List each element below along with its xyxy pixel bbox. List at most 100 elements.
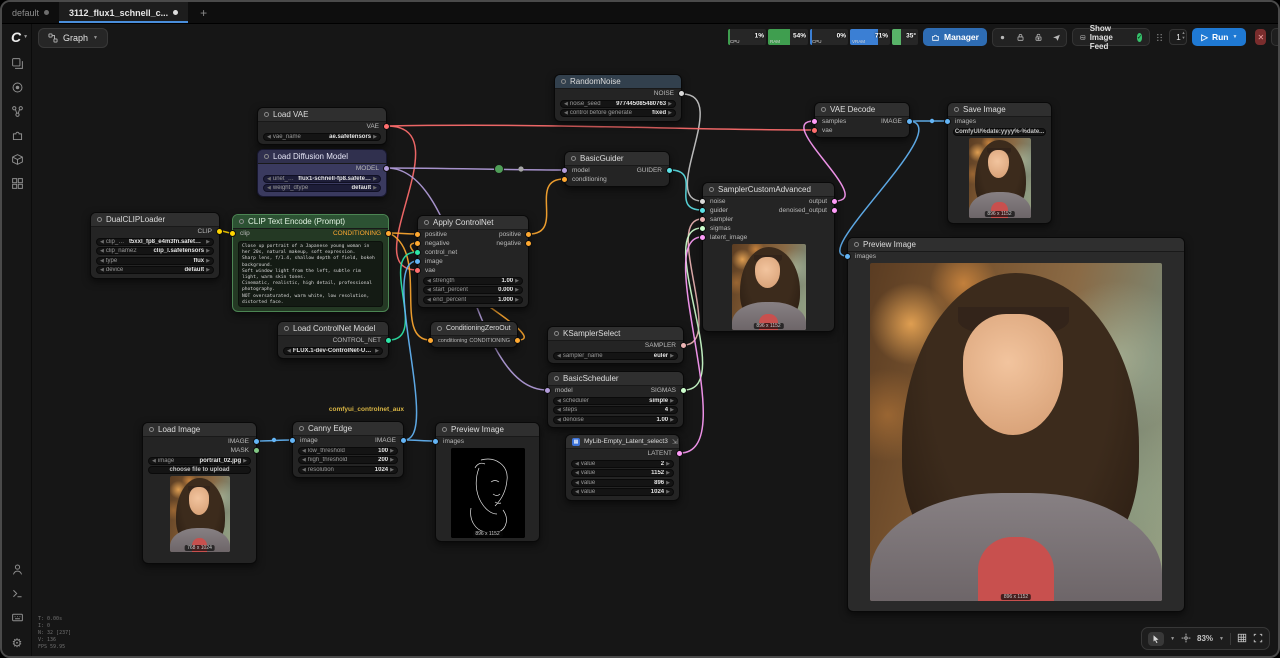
node-title-bar[interactable]: BasicGuider (565, 152, 669, 166)
increment-arrow[interactable]: ▶ (390, 467, 394, 473)
saved-image-preview[interactable]: 896 x 1152 (969, 138, 1031, 218)
output-slot-noise[interactable] (678, 90, 685, 97)
node-title-bar[interactable]: ▦ MyLib-Empty_Latent_select3 ⇲ (566, 435, 679, 449)
sidebar-item-workflows[interactable] (6, 172, 28, 194)
increment-arrow[interactable]: ▶ (670, 407, 674, 413)
node-apply-controlnet[interactable]: Apply ControlNet positive positive negat… (417, 215, 529, 308)
increment-arrow[interactable]: ▶ (515, 297, 519, 303)
new-workflow-tab-button[interactable]: + (188, 2, 219, 23)
zoom-options-chevron[interactable]: ▼ (1219, 636, 1224, 642)
collapse-icon[interactable] (571, 156, 576, 161)
decrement-arrow[interactable]: ◀ (100, 258, 104, 264)
collapse-icon[interactable] (561, 79, 566, 84)
sidebar-item-node-library[interactable] (6, 100, 28, 122)
collapse-icon[interactable] (239, 219, 244, 224)
node-conditioning-zero-out[interactable]: ConditioningZeroOut conditioning CONDITI… (430, 321, 518, 348)
sidebar-item-user[interactable] (6, 558, 28, 580)
node-canny-edge[interactable]: Canny Edge image IMAGE ◀ low_threshold 1… (292, 421, 404, 478)
sidebar-item-settings[interactable]: ⚙ (6, 632, 28, 654)
output-slot-image[interactable] (906, 118, 913, 125)
widget-high-threshold[interactable]: ◀ high_threshold 200 ▶ (298, 456, 398, 464)
node-title-bar[interactable]: SamplerCustomAdvanced (703, 183, 834, 197)
input-slot-image[interactable] (414, 258, 421, 265)
node-load-controlnet-model[interactable]: Load ControlNet Model CONTROL_NET ◀ FLUX… (277, 321, 389, 359)
decrement-arrow[interactable]: ◀ (564, 101, 568, 107)
cancel-run-button[interactable]: ✕ (1255, 29, 1266, 45)
input-slot-model[interactable] (561, 167, 568, 174)
node-title-bar[interactable]: Load Image (143, 423, 256, 437)
node-load-vae[interactable]: Load VAE VAE ◀ vae_name ae.safetensors ▶ (257, 107, 387, 145)
collapse-icon[interactable] (821, 107, 826, 112)
decrement-arrow[interactable]: ▼ (1181, 36, 1185, 41)
input-slot-conditioning[interactable] (561, 176, 568, 183)
reroute-node-dot[interactable] (495, 165, 504, 174)
output-slot-negative[interactable] (525, 240, 532, 247)
input-slot-vae[interactable] (414, 267, 421, 274)
upload-file-button[interactable]: choose file to upload (148, 466, 251, 474)
widget-vae-name[interactable]: ◀ vae_name ae.safetensors ▶ (263, 133, 381, 141)
collapse-icon[interactable] (264, 112, 269, 117)
node-empty-latent-select[interactable]: ▦ MyLib-Empty_Latent_select3 ⇲ LATENT ◀ … (565, 434, 680, 501)
decrement-arrow[interactable]: ◀ (575, 470, 579, 476)
input-slot-guider[interactable] (699, 207, 706, 214)
node-title-bar[interactable]: Preview Image (436, 423, 539, 437)
output-slot-conditioning[interactable] (514, 337, 521, 344)
preview-image-display[interactable]: 896 x 1152 (870, 263, 1162, 601)
node-map-button[interactable] (994, 30, 1011, 45)
batch-count-input[interactable]: 1 ▲▼ (1169, 29, 1187, 45)
node-title-bar[interactable]: Apply ControlNet (418, 216, 528, 230)
node-title-bar[interactable]: RandomNoise (555, 75, 681, 89)
collapse-icon[interactable] (284, 326, 289, 331)
decrement-arrow[interactable]: ◀ (557, 407, 561, 413)
widget-low-threshold[interactable]: ◀ low_threshold 100 ▶ (298, 447, 398, 455)
increment-arrow[interactable]: ▶ (666, 470, 670, 476)
widget-denoise[interactable]: ◀ denoise 1.00 ▶ (553, 416, 678, 424)
input-slot-vae[interactable] (811, 127, 818, 134)
output-slot-positive[interactable] (525, 231, 532, 238)
run-options-chevron[interactable]: ▼ (1233, 34, 1238, 40)
increment-arrow[interactable]: ▶ (375, 348, 379, 354)
node-preview-image-large[interactable]: Preview Image images 896 x 1152 (847, 237, 1185, 612)
widget-weight-dtype[interactable]: ◀ weight_dtype default ▶ (263, 184, 381, 192)
manager-button[interactable]: Manager (923, 28, 987, 46)
node-dual-clip-loader[interactable]: DualCLIPLoader CLIP ◀ clip_na... t5xxl_f… (90, 212, 220, 279)
input-slot-model[interactable] (544, 387, 551, 394)
node-title-bar[interactable]: Save Image (948, 103, 1051, 117)
node-title-bar[interactable]: CLIP Text Encode (Prompt) (233, 215, 388, 229)
decrement-arrow[interactable]: ◀ (427, 297, 431, 303)
active-jobs-indicator[interactable]: 0 active (1271, 28, 1280, 46)
collapse-icon[interactable] (954, 107, 959, 112)
collapse-icon[interactable] (442, 427, 447, 432)
output-slot-latent[interactable] (676, 450, 683, 457)
decrement-arrow[interactable]: ◀ (287, 348, 291, 354)
sidebar-item-queue[interactable] (6, 52, 28, 74)
collapse-icon[interactable] (854, 242, 859, 247)
collapse-icon[interactable] (709, 187, 714, 192)
input-slot-sigmas[interactable] (699, 225, 706, 232)
sidebar-item-terminal[interactable] (6, 582, 28, 604)
output-slot-clip[interactable] (216, 228, 223, 235)
increment-arrow[interactable]: ▶ (243, 458, 247, 464)
output-slot-denoised-output[interactable] (831, 207, 838, 214)
node-title-bar[interactable]: Load VAE (258, 108, 386, 122)
node-title-bar[interactable]: BasicScheduler (548, 372, 683, 386)
node-title-bar[interactable]: DualCLIPLoader (91, 213, 219, 227)
reroute-output-dot[interactable] (518, 166, 523, 171)
node-ksampler-select[interactable]: KSamplerSelect SAMPLER ◀ sampler_name eu… (547, 326, 684, 364)
increment-arrow[interactable]: ▶ (373, 176, 377, 182)
filename-prefix-widget[interactable]: ComfyUI/%date:yyyy%-%date... (953, 128, 1046, 136)
tab-active-workflow[interactable]: 3112_flux1_schnell_c... (59, 2, 188, 23)
node-title-bar[interactable]: Load ControlNet Model (278, 322, 388, 336)
decrement-arrow[interactable]: ◀ (575, 489, 579, 495)
source-image-preview[interactable]: 768 x 1024 (170, 476, 230, 552)
decrement-arrow[interactable]: ◀ (575, 461, 579, 467)
increment-arrow[interactable]: ▶ (206, 258, 210, 264)
increment-arrow[interactable]: ▶ (670, 353, 674, 359)
widget-image-file[interactable]: ◀ image portrait_02.jpg ▶ (148, 457, 251, 465)
node-load-diffusion-model[interactable]: Load Diffusion Model MODEL ◀ unet_na... … (257, 149, 387, 197)
decrement-arrow[interactable]: ◀ (152, 458, 156, 464)
widget-noise-seed[interactable]: ◀ noise_seed 977445085480763 ▶ (560, 100, 676, 108)
sidebar-item-assets[interactable] (6, 76, 28, 98)
widget-start-percent[interactable]: ◀ start_percent 0.000 ▶ (423, 286, 523, 294)
widget-value-3[interactable]: ◀ value 896 ▶ (571, 479, 674, 487)
